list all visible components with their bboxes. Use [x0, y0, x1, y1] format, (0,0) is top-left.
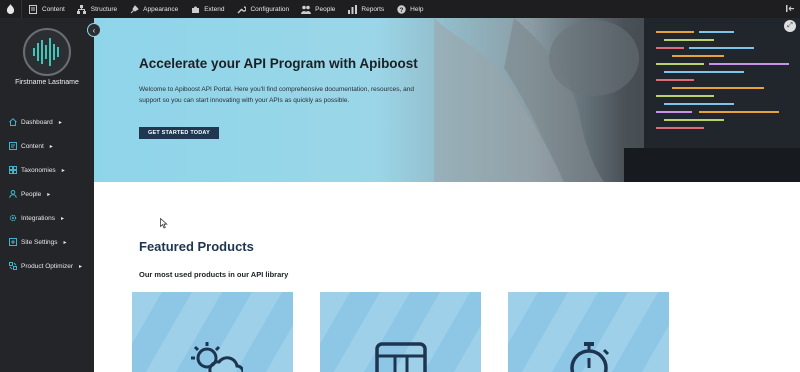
- chevron-left-icon: ‹: [92, 25, 96, 35]
- featured-products-title: Featured Products: [139, 239, 254, 254]
- toolbar-item-label: Help: [410, 5, 424, 13]
- people-icon: [301, 4, 312, 14]
- settings-icon: [8, 238, 17, 247]
- sidebar-item-label: People: [21, 190, 42, 198]
- weather-icon: [190, 342, 243, 372]
- featured-products-subtitle: Our most used products in our API librar…: [139, 270, 289, 279]
- toolbar-item-help[interactable]: ? Help: [390, 0, 429, 18]
- toolbar-orientation-toggle[interactable]: [780, 0, 800, 18]
- configuration-icon: [236, 4, 246, 14]
- hero-title: Accelerate your API Program with Apiboos…: [139, 56, 418, 71]
- appearance-icon: [129, 4, 139, 14]
- user-name: Firstname Lastname: [15, 79, 79, 86]
- toolbar-item-configuration[interactable]: Configuration: [230, 0, 295, 18]
- soundwave-icon: [33, 38, 59, 66]
- help-icon: ?: [396, 4, 406, 14]
- product-card[interactable]: [508, 292, 669, 372]
- sidebar-collapse-button[interactable]: ‹: [87, 23, 101, 37]
- chevron-right-icon: ▸: [47, 191, 51, 198]
- orientation-icon: [785, 4, 795, 15]
- taxonomy-icon: [8, 166, 17, 175]
- content-icon: [28, 4, 38, 14]
- toolbar-item-label: Content: [42, 5, 65, 13]
- hero-description: Welcome to Apiboost API Portal. Here you…: [139, 86, 414, 104]
- extend-icon: [190, 4, 200, 14]
- toolbar-item-label: Extend: [204, 5, 225, 13]
- toolbar-item-reports[interactable]: Reports: [341, 0, 390, 18]
- svg-text:?: ?: [399, 7, 403, 14]
- stopwatch-icon: [569, 342, 609, 372]
- mouse-cursor-icon: [160, 218, 168, 229]
- reports-icon: [347, 4, 357, 14]
- sidebar-item-people[interactable]: People ▸: [0, 182, 94, 206]
- avatar[interactable]: [23, 28, 71, 76]
- product-card[interactable]: [132, 292, 293, 372]
- storage-icon: [374, 342, 427, 372]
- toolbar-item-label: Reports: [361, 5, 385, 13]
- sidebar-item-label: Content: [21, 142, 44, 150]
- product-card[interactable]: [320, 292, 481, 372]
- sidebar-item-product-optimizer[interactable]: Product Optimizer ▸: [0, 254, 94, 278]
- toolbar-item-label: Structure: [90, 5, 118, 13]
- optimizer-icon: [8, 262, 17, 271]
- chevron-right-icon: ▸: [60, 215, 64, 222]
- sidebar-item-content[interactable]: Content ▸: [0, 134, 94, 158]
- person-icon: [8, 190, 17, 199]
- sidebar-item-label: Site Settings: [21, 238, 58, 246]
- hero-background-image: [434, 18, 800, 182]
- sidebar-item-label: Product Optimizer: [21, 262, 74, 270]
- sidebar-item-dashboard[interactable]: Dashboard ▸: [0, 110, 94, 134]
- toolbar-item-label: People: [315, 5, 336, 13]
- structure-icon: [77, 4, 87, 14]
- sidebar-item-label: Dashboard: [21, 118, 53, 126]
- toolbar-item-label: Configuration: [250, 5, 290, 13]
- toolbar-item-appearance[interactable]: Appearance: [123, 0, 184, 18]
- drupal-logo-icon[interactable]: [0, 0, 22, 18]
- home-icon: [8, 118, 17, 127]
- expand-icon: ⤢: [787, 22, 793, 29]
- chevron-right-icon: ▸: [58, 119, 62, 126]
- sidebar: Firstname Lastname Dashboard ▸ Content ▸…: [0, 18, 94, 372]
- toolbar-item-people[interactable]: People: [295, 0, 341, 18]
- get-started-button[interactable]: GET STARTED TODAY: [139, 127, 219, 139]
- admin-toolbar: Content Structure Appearance Extend Conf…: [0, 0, 800, 18]
- chevron-right-icon: ▸: [79, 263, 83, 270]
- hero-banner: ⤢ Accelerate your API Program with Apibo…: [94, 18, 800, 182]
- toolbar-item-content[interactable]: Content: [22, 0, 71, 18]
- chevron-right-icon: ▸: [63, 239, 67, 246]
- sidebar-item-integrations[interactable]: Integrations ▸: [0, 206, 94, 230]
- sidebar-item-site-settings[interactable]: Site Settings ▸: [0, 230, 94, 254]
- sidebar-item-label: Integrations: [21, 214, 55, 222]
- toolbar-item-extend[interactable]: Extend: [184, 0, 230, 18]
- content-icon: [8, 142, 17, 151]
- chevron-right-icon: ▸: [49, 143, 53, 150]
- hero-corner-button[interactable]: ⤢: [784, 20, 796, 32]
- sidebar-item-taxonomies[interactable]: Taxonomies ▸: [0, 158, 94, 182]
- toolbar-item-structure[interactable]: Structure: [71, 0, 123, 18]
- gear-icon: [8, 214, 17, 223]
- toolbar-item-label: Appearance: [143, 5, 179, 13]
- sidebar-nav: Dashboard ▸ Content ▸ Taxonomies ▸ Peopl…: [0, 110, 94, 278]
- chevron-right-icon: ▸: [61, 167, 65, 174]
- sidebar-item-label: Taxonomies: [21, 166, 56, 174]
